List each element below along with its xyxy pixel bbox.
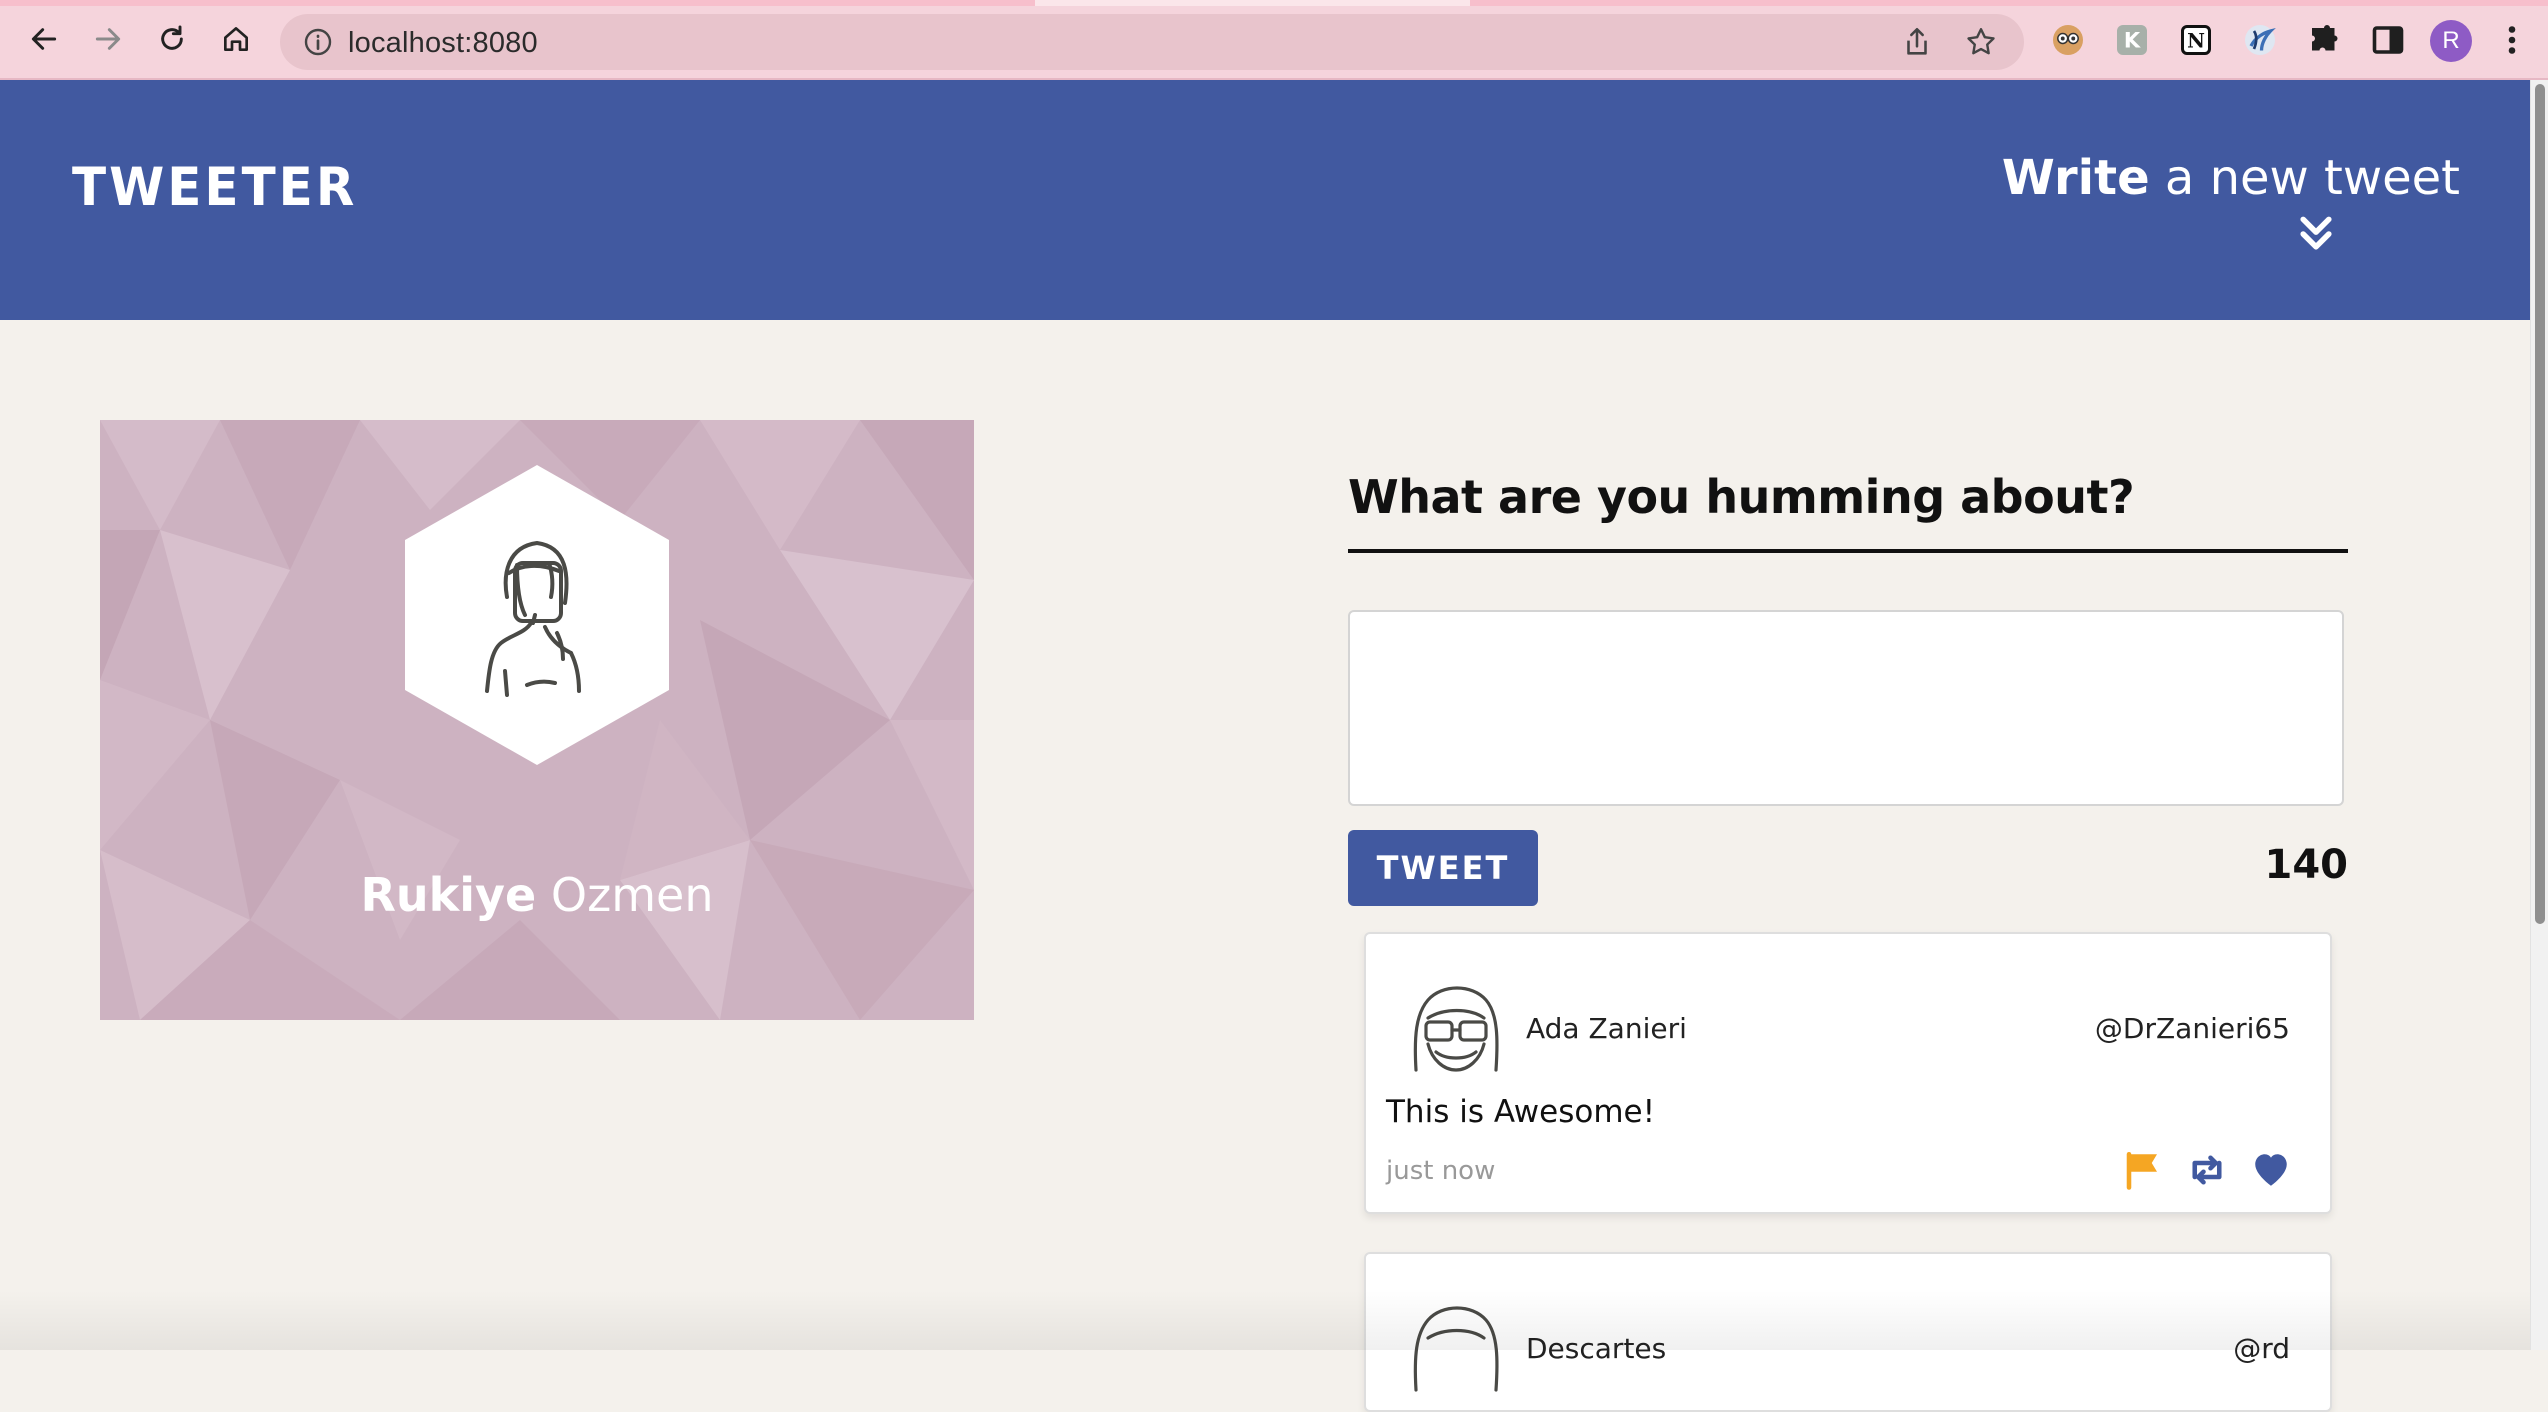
side-panel-button[interactable] (2370, 22, 2406, 58)
browser-toolbar: localhost:8080 K N R (0, 0, 2548, 80)
page-scrollbar[interactable] (2530, 80, 2548, 1350)
back-button[interactable] (22, 17, 66, 61)
tweet-timestamp: just now (1386, 1156, 1496, 1186)
address-bar[interactable]: localhost:8080 (280, 14, 2024, 70)
svg-text:K: K (2124, 29, 2141, 53)
tweet-content: This is Awesome! (1386, 1094, 1656, 1130)
compose-link-bold: Write (2001, 150, 2150, 206)
retweet-icon[interactable] (2186, 1149, 2228, 1191)
svg-text:N: N (2187, 30, 2205, 53)
app-header: TWEETER Write a new tweet (0, 80, 2530, 320)
tweet-author-avatar (1413, 986, 1499, 1072)
reload-icon (161, 25, 183, 50)
extension-swirl-button[interactable] (2242, 22, 2278, 58)
extensions-button[interactable] (2306, 22, 2342, 58)
tweet-card: Ada Zanieri @DrZanieri65 This is Awesome… (1364, 932, 2332, 1214)
kebab-menu-icon[interactable] (2500, 22, 2524, 58)
user-avatar (405, 465, 669, 765)
home-button[interactable] (214, 17, 258, 61)
sidepanel-icon (2372, 26, 2404, 54)
user-first-name: Rukiye (360, 868, 537, 922)
tweet-button[interactable]: TWEET (1348, 830, 1538, 906)
extension-owl-button[interactable] (2050, 22, 2086, 58)
compose-link-rest: a new tweet (2149, 150, 2460, 206)
tweet-actions (2122, 1148, 2292, 1192)
tweet-author-name: Ada Zanieri (1526, 1012, 1687, 1045)
profile-avatar[interactable]: R (2430, 20, 2472, 62)
tweet-input[interactable] (1348, 610, 2344, 806)
notion-button[interactable]: N (2178, 22, 2214, 58)
notion-icon: N (2181, 25, 2211, 55)
tweet-author-handle: @DrZanieri65 (2094, 1012, 2290, 1045)
info-icon[interactable] (302, 26, 334, 58)
extension-k-button[interactable]: K (2114, 22, 2150, 58)
extension-owl-icon (2053, 25, 2083, 55)
write-new-tweet-link[interactable]: Write a new tweet (2002, 150, 2460, 206)
home-icon (224, 27, 248, 51)
puzzle-icon (2312, 25, 2338, 51)
profile-card: Rukiye Ozmen (100, 420, 974, 1020)
user-full-name: Rukiye Ozmen (100, 868, 974, 922)
share-icon[interactable] (1900, 25, 1934, 59)
reload-button[interactable] (150, 17, 194, 61)
character-counter: 140 (2264, 842, 2349, 888)
compose-title: What are you humming about? (1348, 470, 2135, 524)
brand-logo[interactable]: TWEETER (72, 157, 357, 218)
url-text[interactable]: localhost:8080 (348, 27, 538, 60)
forward-icon (95, 28, 121, 50)
scrollbar-thumb[interactable] (2535, 84, 2545, 924)
compose-divider (1348, 549, 2348, 553)
bottom-shade (0, 1290, 2530, 1350)
double-chevron-down-icon[interactable] (2294, 212, 2338, 256)
extension-k-icon: K (2117, 25, 2147, 55)
heart-icon[interactable] (2250, 1149, 2292, 1191)
forward-button[interactable] (86, 17, 130, 61)
back-icon (31, 28, 57, 50)
tab-strip (0, 0, 2548, 6)
star-icon[interactable] (1964, 25, 1998, 59)
user-last-name: Ozmen (536, 868, 714, 922)
flag-icon[interactable] (2122, 1149, 2164, 1191)
extension-swirl-icon (2245, 25, 2276, 55)
